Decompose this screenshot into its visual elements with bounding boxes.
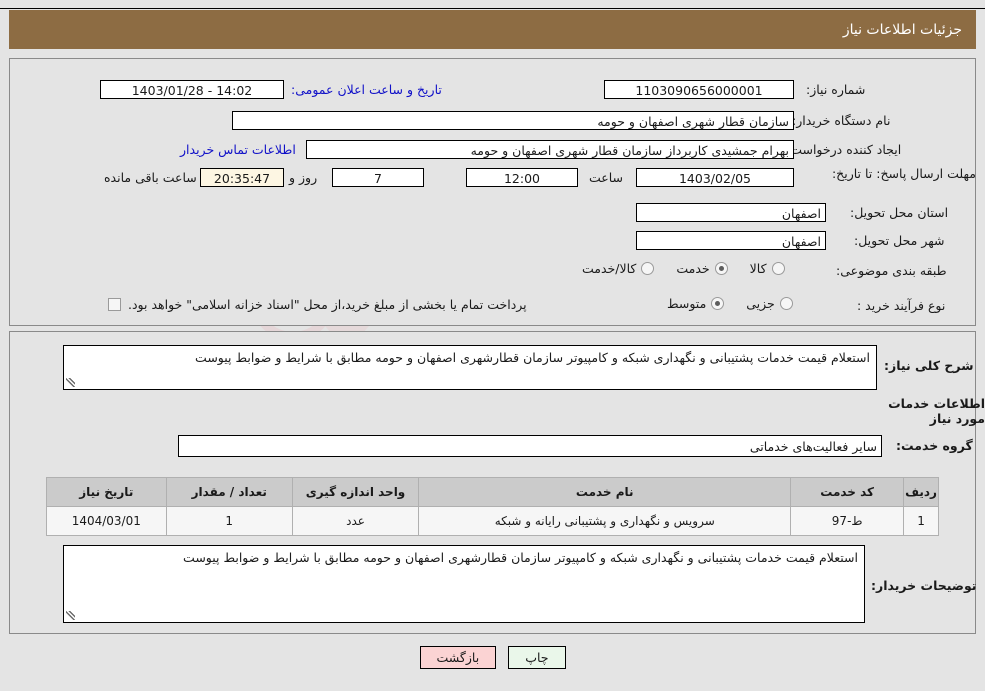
radio-icon[interactable]	[779, 297, 793, 310]
announce-datetime-label: تاریخ و ساعت اعلان عمومی:	[291, 82, 442, 97]
remaining-time-value: 20:35:47	[200, 168, 284, 187]
page-top-rule	[0, 8, 985, 9]
table-header-row: ردیف کد خدمت نام خدمت واحد اندازه گیری ت…	[46, 477, 939, 507]
need-number-label-wrap: شماره نیاز:	[806, 82, 865, 97]
radio-selected-icon[interactable]	[711, 297, 725, 310]
deadline-date-value: 1403/02/05	[636, 168, 794, 187]
radio-icon[interactable]	[641, 262, 655, 275]
process-option-jozei[interactable]: جزیی	[746, 296, 793, 311]
hour-label-wrap: ساعت	[589, 170, 623, 185]
column-header-unit: واحد اندازه گیری	[291, 477, 420, 507]
page-title: جزئیات اطلاعات نیاز	[9, 10, 976, 49]
process-label-wrap: نوع فرآیند خرید :	[857, 298, 945, 313]
cell-index: 1	[903, 506, 939, 536]
column-header-code: کد خدمت	[790, 477, 905, 507]
treasury-checkbox-row[interactable]: پرداخت تمام یا بخشی از مبلغ خرید،از محل …	[108, 297, 527, 312]
treasury-checkbox-label: پرداخت تمام یا بخشی از مبلغ خرید،از محل …	[128, 297, 527, 312]
category-option-label: کالا	[749, 261, 767, 276]
services-table: ردیف کد خدمت نام خدمت واحد اندازه گیری ت…	[46, 477, 939, 536]
buyer-org-label-wrap: نام دستگاه خریدار:	[792, 113, 890, 128]
hour-label: ساعت	[589, 170, 624, 185]
days-value: 7	[332, 168, 424, 187]
remaining-label-wrap: ساعت باقی مانده	[104, 170, 197, 185]
column-header-date: تاریخ نیاز	[46, 477, 167, 507]
days-unit-label: روز و	[289, 170, 318, 185]
cell-name: سرویس و نگهداری و پشتیبانی رایانه و شبکه	[418, 506, 792, 536]
process-option-label: متوسط	[667, 296, 707, 311]
cell-unit: عدد	[291, 506, 420, 536]
buyer-notes-textarea[interactable]: استعلام قیمت خدمات پشتیبانی و نگهداری شب…	[63, 545, 865, 623]
column-header-name: نام خدمت	[418, 477, 792, 507]
footer-button-bar: چاپ بازگشت	[0, 646, 985, 669]
buyer-contact-link[interactable]: اطلاعات تماس خریدار	[180, 142, 296, 157]
announce-datetime-value: 14:02 - 1403/01/28	[100, 80, 284, 99]
category-option-label: کالا/خدمت	[582, 261, 637, 276]
process-option-motavaset[interactable]: متوسط	[667, 296, 725, 311]
hour-value: 12:00	[466, 168, 578, 187]
buyer-org-label: نام دستگاه خریدار:	[792, 113, 891, 128]
remaining-time-label: ساعت باقی مانده	[104, 170, 197, 185]
radio-selected-icon[interactable]	[714, 262, 728, 275]
province-label-wrap: استان محل تحویل:	[850, 205, 948, 220]
city-label: شهر محل تحویل:	[854, 233, 945, 248]
category-label: طبقه بندی موضوعی:	[836, 263, 947, 278]
process-type-label: نوع فرآیند خرید :	[857, 298, 946, 313]
buyer-org-value: سازمان قطار شهری اصفهان و حومه	[232, 111, 794, 130]
table-row: 1 ط-97 سرویس و نگهداری و پشتیبانی رایانه…	[46, 506, 939, 536]
announce-datetime-label-wrap: تاریخ و ساعت اعلان عمومی:	[291, 82, 442, 97]
summary-textarea[interactable]: استعلام قیمت خدمات پشتیبانی و نگهداری شب…	[63, 345, 877, 390]
category-label-wrap: طبقه بندی موضوعی:	[836, 263, 947, 278]
column-header-qty: تعداد / مقدار	[165, 477, 293, 507]
summary-label: شرح کلی نیاز:	[884, 358, 974, 373]
category-option-label: خدمت	[676, 261, 710, 276]
print-button[interactable]: چاپ	[508, 646, 566, 669]
service-group-value: سایر فعالیت‌های خدماتی	[178, 435, 882, 457]
requester-value: بهرام جمشیدی کاربرداز سازمان قطار شهری ا…	[306, 140, 794, 159]
back-button[interactable]: بازگشت	[419, 646, 497, 669]
cell-need-date: 1404/03/01	[46, 506, 167, 536]
days-unit-wrap: روز و	[289, 170, 317, 185]
province-value: اصفهان	[636, 203, 826, 222]
category-radio-group: کالا خدمت کالا/خدمت	[560, 261, 785, 276]
requester-label-wrap: ایجاد کننده درخواست:	[786, 142, 901, 157]
category-option-kala[interactable]: کالا	[750, 261, 785, 276]
category-option-kala-khedmat[interactable]: کالا/خدمت	[582, 261, 655, 276]
services-heading: اطلاعات خدمات مورد نیاز	[888, 396, 985, 426]
cell-quantity: 1	[165, 506, 293, 536]
category-option-khedmat[interactable]: خدمت	[676, 261, 728, 276]
requester-label: ایجاد کننده درخواست:	[786, 142, 902, 157]
province-label: استان محل تحویل:	[850, 205, 949, 220]
checkbox-icon[interactable]	[108, 298, 121, 311]
process-option-label: جزیی	[746, 296, 775, 311]
radio-icon[interactable]	[771, 262, 785, 275]
deadline-label: مهلت ارسال پاسخ: تا تاریخ:	[831, 166, 976, 181]
city-value: اصفهان	[636, 231, 826, 250]
column-header-index: ردیف	[903, 477, 939, 507]
process-radio-group: جزیی متوسط	[645, 296, 793, 311]
cell-code: ط-97	[790, 506, 905, 536]
buyer-contact-link-wrap[interactable]: اطلاعات تماس خریدار	[180, 142, 296, 157]
buyer-notes-label: توضیحات خریدار:	[871, 578, 977, 593]
city-label-wrap: شهر محل تحویل:	[854, 233, 944, 248]
service-group-label: گروه خدمت:	[896, 438, 973, 453]
need-number-value: 1103090656000001	[604, 80, 794, 99]
need-number-label: شماره نیاز:	[806, 82, 866, 97]
